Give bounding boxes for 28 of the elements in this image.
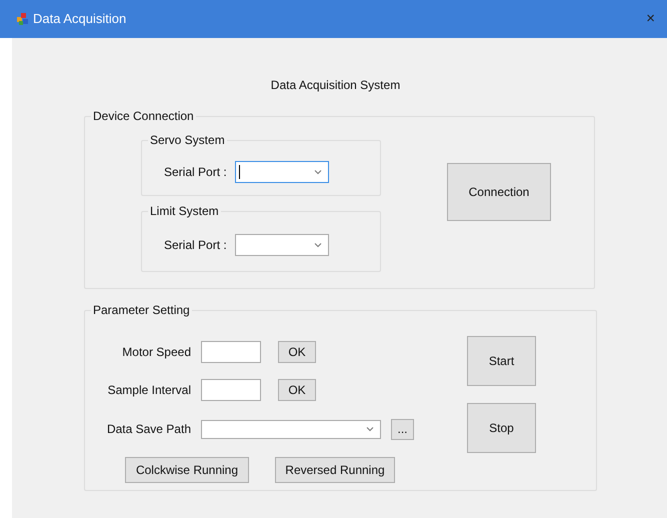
text-field[interactable] <box>201 341 261 363</box>
field-label: Sample Interval <box>106 382 192 399</box>
field-label: Data Save Path <box>106 421 192 438</box>
text-cursor <box>238 164 240 178</box>
stop-button[interactable]: Stop <box>467 403 536 453</box>
ok-button[interactable]: OK <box>278 341 316 363</box>
field-label: Serial Port : <box>164 164 227 180</box>
path-combobox[interactable] <box>201 420 381 438</box>
group-title: Parameter Setting <box>91 303 192 318</box>
serial-port-combobox[interactable] <box>234 160 329 182</box>
browse-button[interactable]: ... <box>391 418 414 440</box>
field-label: Motor Speed <box>121 344 192 361</box>
field-label: Serial Port : <box>164 237 227 254</box>
group-title: Servo System <box>148 132 227 148</box>
form-heading: Data Acquisition System <box>270 77 400 94</box>
app-icon <box>16 12 30 26</box>
serial-port-combobox[interactable] <box>234 234 329 256</box>
reversed-running-button[interactable]: Reversed Running <box>275 457 395 483</box>
close-button[interactable]: × <box>642 8 659 30</box>
clockwise-running-button[interactable]: Colckwise Running <box>125 457 249 483</box>
window-title: Data Acquisition <box>33 10 126 28</box>
dropdown-caret-icon <box>312 240 323 250</box>
connection-button[interactable]: Connection <box>447 162 551 220</box>
group-title: Limit System <box>148 204 221 218</box>
text-field[interactable] <box>201 379 261 401</box>
ok-button[interactable]: OK <box>278 379 316 401</box>
dropdown-caret-icon <box>365 424 375 434</box>
start-button[interactable]: Start <box>467 336 536 386</box>
